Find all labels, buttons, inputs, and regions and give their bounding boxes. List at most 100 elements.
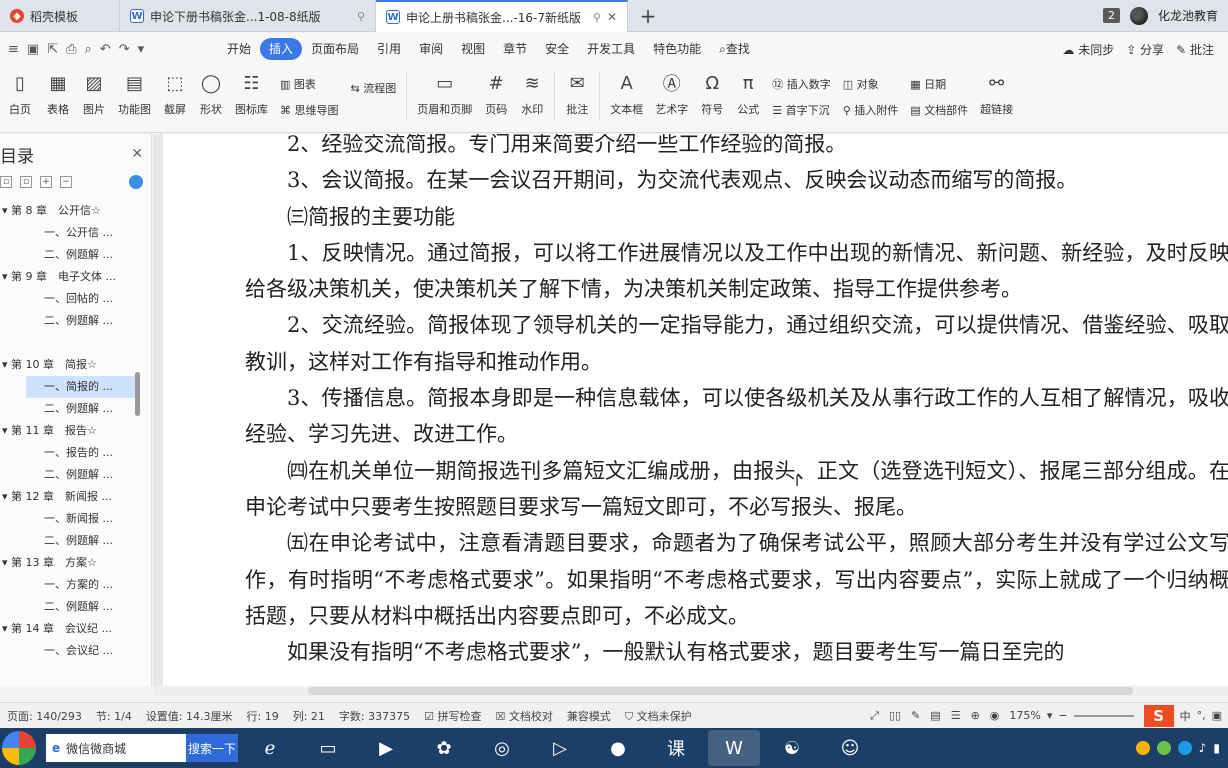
menu-icon[interactable]: ≡ [8,42,19,57]
menu-review[interactable]: 审阅 [410,38,452,60]
menu-developer[interactable]: 开发工具 [578,38,644,60]
protection-button[interactable]: ⛉ 文档未保护 [618,708,699,724]
blank-page-button[interactable]: ▯ 白页 [0,71,40,129]
document-parts-button[interactable]: ▤ 文档部件 [910,102,968,118]
proofread-button[interactable]: ☒ 文档校对 [489,708,560,724]
new-tab-button[interactable]: + [628,0,668,31]
minus-icon[interactable]: − [60,176,72,188]
menu-page-layout[interactable]: 页面布局 [302,38,368,60]
file-explorer-icon[interactable]: ▭ [302,730,354,766]
formula-button[interactable]: π 公式 [730,71,766,129]
sogou-ime-icon[interactable]: S [1143,704,1174,727]
menu-view[interactable]: 视图 [452,38,494,60]
comment-insert-button[interactable]: ✉ 批注 [559,71,595,129]
toc-chapter-item[interactable]: ▾ 第 8 章 公开信☆ [0,200,151,222]
taskbar-search-button[interactable]: 搜索一下 [186,734,238,762]
toc-chapter-item[interactable]: ▾ 第 13 章 方案☆ [0,552,151,574]
zoom-out-icon[interactable]: − [1058,709,1067,722]
user-name[interactable]: 化龙池教育 [1158,7,1218,24]
menu-references[interactable]: 引用 [368,38,410,60]
document-page[interactable]: 2、经验交流简报。专门用来简要介绍一些工作经验的简报。 3、会议简报。在某一会议召… [163,134,1228,686]
insert-number-button[interactable]: ⑫ 插入数字 [772,76,831,92]
menu-security[interactable]: 安全 [536,38,578,60]
close-icon[interactable]: ✕ [131,146,143,162]
chevron-down-icon[interactable]: ▾ [138,42,145,57]
add-icon[interactable]: + [40,176,52,188]
hyperlink-button[interactable]: ⚯ 超链接 [974,71,1019,129]
reading-mode-icon[interactable]: ▯▯ [889,709,901,722]
toc-section-item[interactable]: 一、报告的 ... [0,442,151,464]
toc-chapter-item[interactable]: ▾ 第 11 章 报告☆ [0,420,151,442]
toc-section-item[interactable]: 二、例题解 ... [0,398,151,420]
toc-section-item[interactable]: 二、例题解 ... [0,530,151,552]
watermark-button[interactable]: ≋ 水印 [514,71,550,129]
media-player-icon[interactable]: ▶ [360,730,412,766]
document-paragraph[interactable]: 1、反映情况。通过简报，可以将工作进展情况以及工作中出现的新情况、新问题、新经验… [245,235,1228,308]
drop-cap-button[interactable]: ☰ 首字下沉 [772,102,831,118]
zoom-control[interactable]: 175% ▾ − [1009,709,1134,722]
object-button[interactable]: ◫ 对象 [843,76,899,92]
document-paragraph[interactable]: 2、经验交流简报。专门用来简要介绍一些工作经验的简报。 [245,134,1228,162]
photos-app-icon[interactable]: ✿ [418,730,470,766]
document-paragraph[interactable]: ㈣在机关单位一期简报选刊多篇短文汇编成册，由报头、正文（选登选刊短文）、报尾三部… [245,453,1228,526]
document-paragraph[interactable]: 如果没有指明“不考虑格式要求”，一般默认有格式要求，题目要考生写一篇日至完的 [245,634,1228,670]
date-button[interactable]: ▦ 日期 [910,76,968,92]
export-icon[interactable]: ⇱ [47,42,58,57]
web-view-icon[interactable]: ⊕ [971,709,980,722]
flowchart-button[interactable]: ⇆ 流程图 [351,80,397,96]
toc-section-item[interactable]: 一、公开信 ... [0,222,151,244]
browser-app-icon[interactable]: ℯ [244,730,296,766]
document-paragraph[interactable]: 3、会议简报。在某一会议召开期间，为交流代表观点、反映会议动态而缩写的简报。 [245,162,1228,198]
chevron-down-icon[interactable]: ▾ [1047,709,1053,722]
tab-document-2[interactable]: W 申论下册书稿张金...1-08-8纸版 ⚲ [120,0,376,32]
header-footer-button[interactable]: ▭ 页眉和页脚 [411,71,478,129]
menu-chapter[interactable]: 章节 [494,38,536,60]
course-app-icon[interactable]: 课 [650,730,702,766]
toc-section-item[interactable]: 一、简报的 ... [26,376,136,398]
avatar-app-icon[interactable]: ☯ [766,730,818,766]
taskbar-search[interactable]: e 微信微商城 [46,734,186,762]
wordart-button[interactable]: Ⓐ 艺术字 [649,71,694,129]
status-page[interactable]: 页面: 140/293 [0,708,89,724]
toc-section-item[interactable]: 二、例题解 ... [0,596,151,618]
document-paragraph[interactable]: 2、交流经验。简报体现了领导机关的一定指导能力，通过组织交流，可以提供情况、借鉴… [245,307,1228,380]
fullscreen-icon[interactable]: ⤢ [870,709,879,723]
zoom-slider[interactable] [1073,714,1134,717]
tab-docer[interactable]: ◆ 稻壳模板 [0,0,120,32]
document-body[interactable]: 2、经验交流简报。专门用来简要介绍一些工作经验的简报。 3、会议简报。在某一会议召… [245,134,1228,670]
toc-chapter-item[interactable]: ▾ 第 14 章 会议纪 ... [0,618,151,640]
outline-view-icon[interactable]: ☰ [951,709,961,722]
ime-punct-icon[interactable]: °, [1197,709,1206,722]
horizontal-scrollbar[interactable] [153,686,1228,696]
pen-icon[interactable]: ✎ [911,709,920,722]
avatar[interactable] [1129,6,1148,25]
toc-section-item[interactable]: 二、例题解 ... [0,464,151,486]
toc-chapter-item[interactable]: ▾ 第 9 章 电子文体 ... [0,266,151,288]
spell-check-button[interactable]: ☑ 拼写检查 [417,708,488,724]
tray-app-icon[interactable] [1177,741,1192,755]
shape-button[interactable]: ◯ 形状 [193,71,229,129]
print-icon[interactable]: ⎙ [66,42,76,57]
redo-icon[interactable]: ↷ [119,42,130,57]
collapse-icon[interactable]: ▫ [0,176,12,188]
window-count-badge[interactable]: 2 [1102,8,1120,23]
comment-button[interactable]: ✎ 批注 [1176,41,1214,58]
preview-icon[interactable]: ⌕ [85,42,92,57]
picture-button[interactable]: ▨ 图片 [76,71,112,129]
share-button[interactable]: ⇪ 分享 [1126,41,1164,58]
document-paragraph[interactable]: ㈤在申论考试中，注意看清题目要求，命题者为了确保考试公平，照顾大部分考生并没有学… [245,525,1228,634]
toc-chapter-item[interactable]: ▾ 第 12 章 新闻报 ... [0,486,151,508]
network-icon[interactable]: ▮ [1213,741,1220,755]
wps-writer-taskbar-icon[interactable]: W [708,730,760,766]
ime-settings-icon[interactable]: ▣ [1212,709,1222,722]
page-view-icon[interactable]: ▤ [930,709,940,722]
tray-app-icon[interactable] [1135,741,1150,755]
sync-button[interactable]: ☁ 未同步 [1062,41,1114,58]
ime-chinese-icon[interactable]: 中 [1180,708,1191,724]
close-icon[interactable]: ✕ [607,10,617,24]
toc-section-item[interactable]: 一、方案的 ... [0,574,151,596]
document-paragraph[interactable]: 3、传播信息。简报本身即是一种信息载体，可以使各级机关及从事行政工作的人互相了解… [245,380,1228,453]
page-number-button[interactable]: # 页码 [478,71,514,129]
toc-section-item[interactable]: 一、新闻报 ... [0,508,151,530]
expand-icon[interactable]: ▫ [20,176,32,188]
